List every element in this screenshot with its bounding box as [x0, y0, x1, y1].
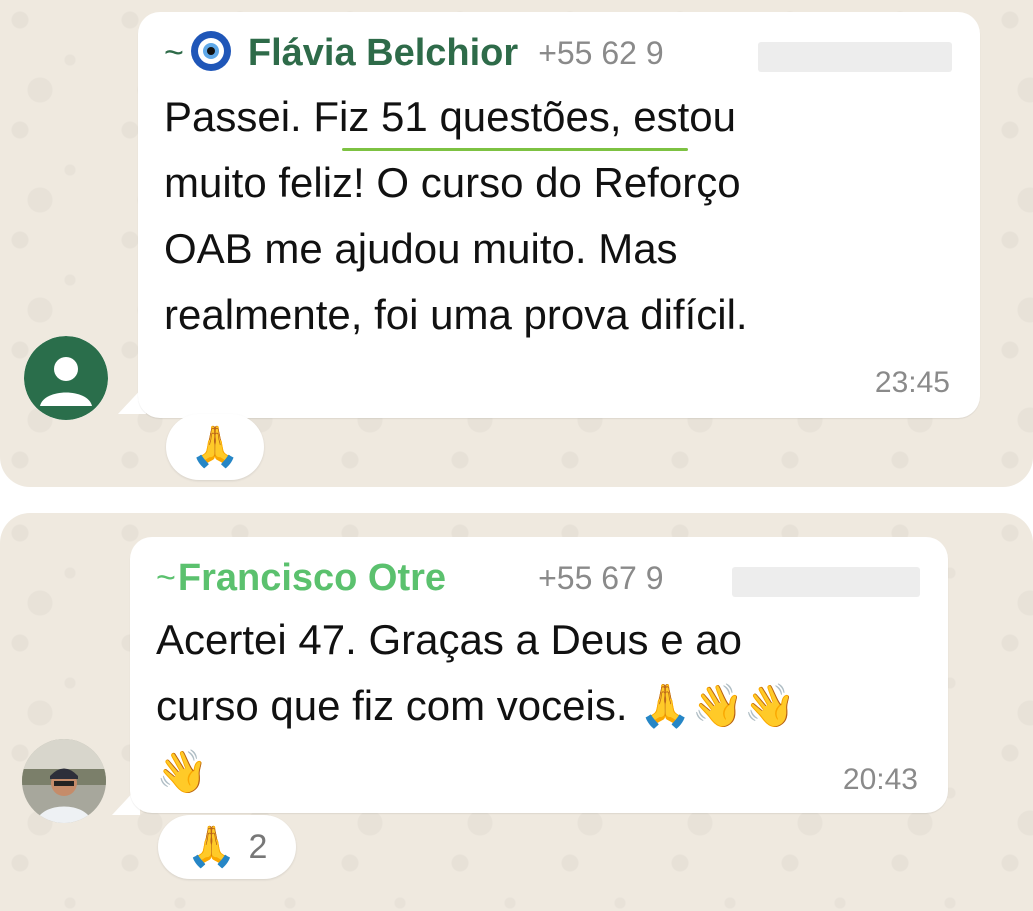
chat-message-panel-2: ~ Francisco Otre +55 67 9 Acertei 47. Gr… — [0, 513, 1033, 911]
message-timestamp: 20:43 — [842, 763, 918, 796]
message-timestamp: 23:45 — [874, 366, 950, 399]
message-line: OAB me ajudou muito. Mas — [164, 225, 678, 272]
message-line: Passei. Fiz 51 questões, estou — [164, 93, 736, 140]
sender-prefix: ~ — [156, 559, 176, 597]
reaction-pill[interactable]: 🙏 — [166, 414, 264, 480]
reaction-count: 2 — [248, 827, 268, 866]
sender-phone: +55 67 9 — [538, 560, 664, 596]
message-line: curso que fiz com voceis. 🙏👋👋 — [156, 682, 797, 729]
sender-header: ~ Flávia Belchior +55 62 9 — [164, 30, 664, 77]
message-line: Acertei 47. Graças a Deus e ao — [156, 616, 742, 663]
nazar-badge-icon — [190, 30, 232, 77]
redacted-phone-digits — [758, 42, 952, 72]
reaction-emoji: 🙏 — [186, 825, 237, 869]
user-silhouette-icon — [24, 336, 108, 420]
chat-message-panel-1: ~ Flávia Belchior +55 62 9 Passei. Fiz 5… — [0, 0, 1033, 487]
message-line: 👋 — [156, 748, 209, 795]
reaction-emoji: 🙏 — [190, 425, 240, 469]
reaction-pill[interactable]: 🙏 2 — [158, 815, 296, 879]
message-line: realmente, foi uma prova difícil. — [164, 291, 748, 338]
redacted-phone-digits — [732, 567, 920, 597]
sender-name[interactable]: Flávia Belchior — [248, 32, 518, 75]
sender-phone: +55 62 9 — [538, 35, 664, 71]
profile-photo-icon — [22, 739, 106, 823]
sender-name[interactable]: Francisco Otre — [178, 557, 446, 600]
user-photo-avatar[interactable] — [22, 739, 106, 823]
message-text: Acertei 47. Graças a Deus e ao curso que… — [156, 607, 796, 805]
sender-header: ~ Francisco Otre +55 67 9 — [156, 557, 664, 600]
sender-prefix: ~ — [164, 34, 184, 72]
spellcheck-underline — [342, 148, 688, 151]
message-bubble[interactable]: ~ Flávia Belchior +55 62 9 Passei. Fiz 5… — [138, 12, 980, 418]
default-user-avatar[interactable] — [24, 336, 108, 420]
message-text: Passei. Fiz 51 questões, estou muito fel… — [164, 84, 748, 348]
message-line: muito feliz! O curso do Reforço — [164, 159, 741, 206]
message-bubble[interactable]: ~ Francisco Otre +55 67 9 Acertei 47. Gr… — [130, 537, 948, 813]
